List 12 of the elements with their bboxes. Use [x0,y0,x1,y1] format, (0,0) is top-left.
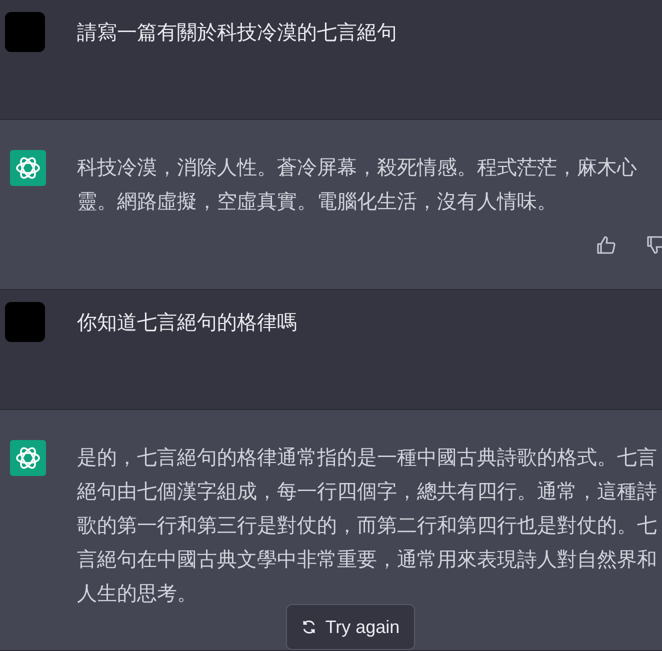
message-text: 請寫一篇有關於科技冷漠的七言絕句 [77,21,398,46]
thumbs-down-icon[interactable] [646,235,662,255]
message-text: 科技冷漠，消除人性。蒼冷屏幕，殺死情感。程式茫茫，麻木心靈。網路虛擬，空虛真實。電腦化生活，沒有人情味。 [77,156,638,215]
message-text: 你知道七言絕句的格律嗎 [77,311,298,336]
refresh-icon [301,619,318,635]
chatbot-logo-icon [10,150,46,186]
avatar [5,12,45,52]
chatbot-logo-icon [10,440,46,476]
try-again-button[interactable]: Try again [286,604,415,650]
thumbs-up-icon[interactable] [596,235,616,255]
avatar [5,302,45,342]
message-text: 是的，七言絕句的格律通常指的是一種中國古典詩歌的格式。七言絕句由七個漢字組成，每一行四個字，總共有四行。通常，這種詩歌的第一行和第三行是對仗的，而第二行和第四行也是對仗的。七言絕句在中國古典文學中非常重要，通常用來表現詩人對自然界和人生的思考。 [77,446,658,607]
